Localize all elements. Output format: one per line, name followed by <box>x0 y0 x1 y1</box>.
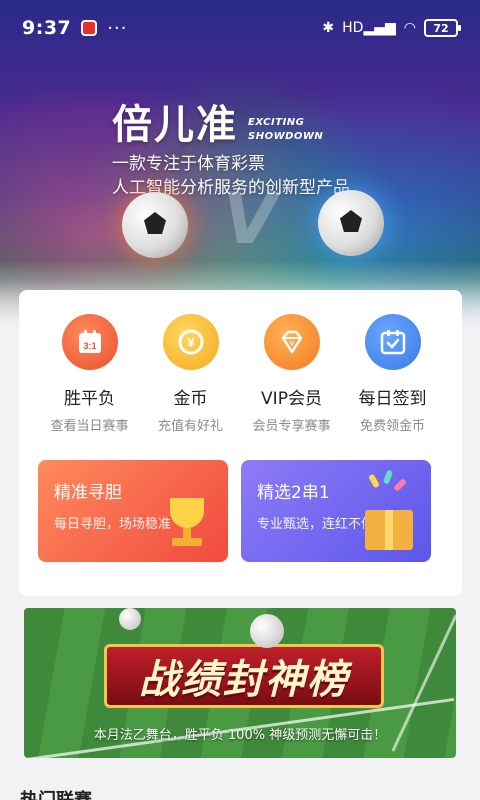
status-time: 9:37 <box>22 17 72 39</box>
football-right-icon <box>318 190 384 256</box>
feature-grid: 3:1 胜平负 查看当日赛事 ¥ 金币 充值有好礼 V VIP会员 会员专享赛事 <box>19 314 462 434</box>
notification-app-icon <box>81 20 98 36</box>
feature-win-draw-loss[interactable]: 3:1 胜平负 查看当日赛事 <box>39 314 140 434</box>
trophy-icon <box>162 498 212 550</box>
svg-text:V: V <box>289 341 294 348</box>
gift-box-icon <box>365 510 413 550</box>
wifi-icon: ◠ <box>403 20 416 36</box>
app-home-page: 9:37 ··· ✱ HD▂▄▆ ◠ 72 倍儿准 EXCITING SHOWD… <box>0 0 480 800</box>
confetti-icon <box>367 469 408 506</box>
signal-icon: HD▂▄▆ <box>342 20 396 36</box>
svg-text:¥: ¥ <box>187 335 195 350</box>
battery-icon: 72 <box>424 19 461 37</box>
feature-daily-checkin[interactable]: 每日签到 免费领金币 <box>342 314 443 434</box>
feature-coins[interactable]: ¥ 金币 充值有好礼 <box>140 314 241 434</box>
bluetooth-icon: ✱ <box>322 20 335 36</box>
feature-desc: 充值有好礼 <box>157 419 223 434</box>
feature-desc: 会员专享赛事 <box>252 419 331 434</box>
football-icon <box>250 614 284 648</box>
promo-banner-hall-of-fame[interactable]: 战绩封神榜 本月法乙舞台，胜平负 100% 神级预测无懈可击！ <box>24 608 456 758</box>
promo-title: 战绩封神榜 <box>104 644 384 708</box>
feature-label: 每日签到 <box>358 389 427 409</box>
football-left-icon <box>122 192 188 258</box>
football-icon <box>119 608 141 630</box>
feature-desc: 查看当日赛事 <box>50 419 129 434</box>
brand-sub-2: SHOWDOWN <box>248 131 324 142</box>
svg-text:3:1: 3:1 <box>83 341 96 351</box>
calendar-score-icon: 3:1 <box>61 314 118 370</box>
feature-desc: 免费领金币 <box>359 419 425 434</box>
feature-label: 胜平负 <box>64 389 115 409</box>
more-notifications-icon: ··· <box>107 17 128 39</box>
section-title-popular-leagues: 热门联赛 <box>20 786 92 800</box>
feature-label: VIP会员 <box>261 389 322 409</box>
hero-banner: 9:37 ··· ✱ HD▂▄▆ ◠ 72 倍儿准 EXCITING SHOWD… <box>0 0 480 330</box>
versus-emblem: V <box>222 178 278 260</box>
status-bar: 9:37 ··· ✱ HD▂▄▆ ◠ 72 <box>0 0 480 56</box>
banner-precise-pick[interactable]: 精准寻胆 每日寻胆，场场稳准 <box>38 460 228 562</box>
promo-caption: 本月法乙舞台，胜平负 100% 神级预测无懈可击！ <box>93 728 387 743</box>
diamond-icon: V <box>263 314 320 370</box>
calendar-check-icon <box>364 314 421 370</box>
brand-logo: 倍儿准 EXCITING SHOWDOWN <box>112 92 323 150</box>
brand-name: 倍儿准 <box>112 101 238 148</box>
feature-label: 金币 <box>173 389 208 409</box>
brand-sub-1: EXCITING <box>248 117 305 128</box>
coin-icon: ¥ <box>162 314 219 370</box>
banner-parlay-pick[interactable]: 精选2串1 专业甄选，连红不停 <box>241 460 431 562</box>
tagline-line-1: 一款专注于体育彩票 <box>112 154 265 174</box>
feature-vip[interactable]: V VIP会员 会员专享赛事 <box>241 314 342 434</box>
feature-card: 3:1 胜平负 查看当日赛事 ¥ 金币 充值有好礼 V VIP会员 会员专享赛事 <box>19 290 462 596</box>
